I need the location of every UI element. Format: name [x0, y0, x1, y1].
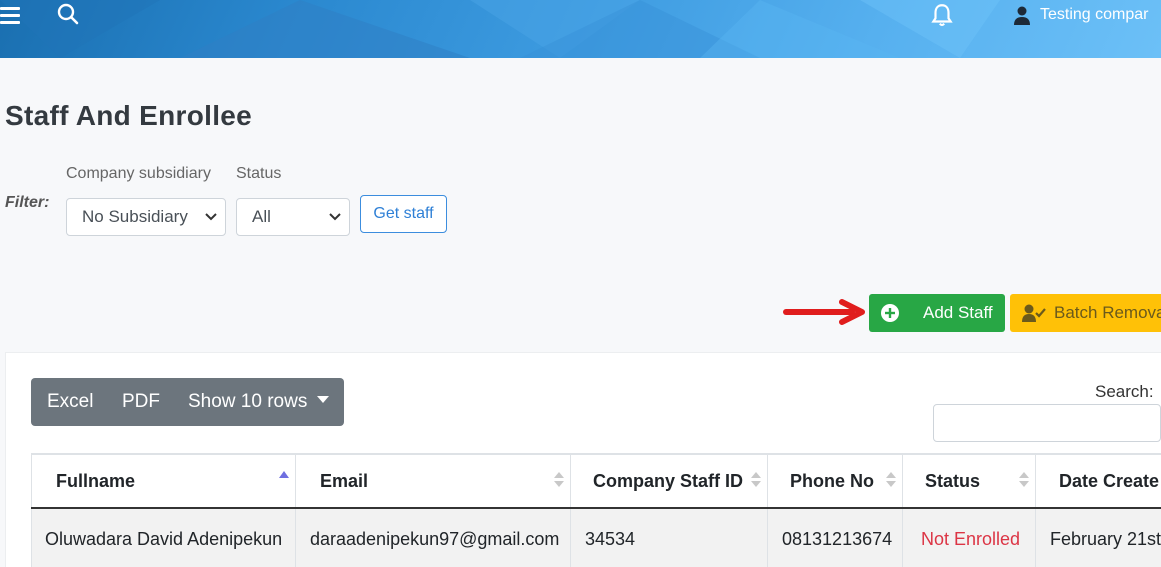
column-header-phone[interactable]: Phone No — [767, 453, 903, 509]
top-navbar: Testing compar — [0, 0, 1161, 58]
search-icon[interactable] — [56, 2, 80, 26]
chevron-down-icon — [329, 213, 341, 221]
column-header-label: Email — [320, 471, 369, 491]
subsidiary-select-value: No Subsidiary — [82, 207, 188, 226]
batch-removal-button[interactable]: Batch Remova — [1010, 294, 1161, 332]
show-rows-button[interactable]: Show 10 rows — [188, 391, 329, 413]
red-arrow-annotation — [783, 299, 865, 325]
status-label: Status — [236, 165, 282, 182]
batch-removal-label: Batch Remova — [1054, 303, 1161, 322]
add-staff-label: Add Staff — [923, 303, 993, 322]
column-header-staff-id[interactable]: Company Staff ID — [570, 453, 768, 509]
add-staff-button[interactable]: Add Staff — [869, 294, 1005, 332]
filter-label: Filter: — [5, 194, 50, 211]
column-header-status[interactable]: Status — [902, 453, 1036, 509]
user-check-icon — [1022, 304, 1046, 322]
column-header-date-created[interactable]: Date Create — [1035, 453, 1161, 509]
table-header-row: Fullname Email Company Staff ID Phone No… — [31, 453, 1161, 509]
status-select-value: All — [252, 207, 271, 226]
header-background-pattern — [0, 0, 1000, 58]
cell-phone: 08131213674 — [767, 507, 903, 567]
column-header-label: Company Staff ID — [593, 471, 744, 491]
user-icon — [1014, 6, 1030, 25]
sort-icon — [751, 472, 761, 487]
hamburger-menu-icon[interactable] — [0, 7, 20, 24]
search-label: Search: — [1095, 382, 1154, 401]
sort-icon — [1019, 472, 1029, 487]
cell-fullname: Oluwadara David Adenipekun — [31, 507, 296, 567]
search-input[interactable] — [933, 404, 1161, 442]
cell-status: Not Enrolled — [902, 507, 1036, 567]
column-header-label: Phone No — [790, 471, 874, 491]
excel-button[interactable]: Excel — [47, 391, 93, 413]
pdf-button[interactable]: PDF — [122, 391, 160, 413]
sort-icon — [554, 472, 564, 487]
column-header-label: Status — [925, 471, 981, 491]
cell-date-created: February 21st — [1035, 507, 1161, 567]
status-select[interactable]: All — [236, 198, 350, 236]
plus-circle-icon — [881, 304, 899, 322]
show-rows-label: Show 10 rows — [188, 391, 308, 412]
column-header-label: Fullname — [56, 471, 136, 491]
column-header-fullname[interactable]: Fullname — [31, 453, 296, 509]
subsidiary-select[interactable]: No Subsidiary — [66, 198, 226, 236]
cell-staff-id: 34534 — [570, 507, 768, 567]
sort-icon — [886, 472, 896, 487]
table-row[interactable]: Oluwadara David Adenipekun daraadenipeku… — [31, 507, 1161, 567]
column-header-label: Date Create — [1059, 471, 1160, 491]
user-name[interactable]: Testing compar — [1040, 6, 1149, 24]
caret-down-icon — [316, 396, 329, 403]
sort-ascending-icon — [279, 471, 289, 478]
export-button-group: Excel PDF Show 10 rows — [31, 378, 344, 426]
staff-table: Fullname Email Company Staff ID Phone No… — [31, 453, 1161, 567]
bell-icon[interactable] — [929, 2, 955, 28]
subsidiary-label: Company subsidiary — [66, 165, 211, 182]
page-title: Staff And Enrollee — [5, 100, 253, 131]
chevron-down-icon — [205, 213, 217, 221]
get-staff-button[interactable]: Get staff — [360, 195, 447, 233]
cell-email: daraadenipekun97@gmail.com — [295, 507, 571, 567]
column-header-email[interactable]: Email — [295, 453, 571, 509]
